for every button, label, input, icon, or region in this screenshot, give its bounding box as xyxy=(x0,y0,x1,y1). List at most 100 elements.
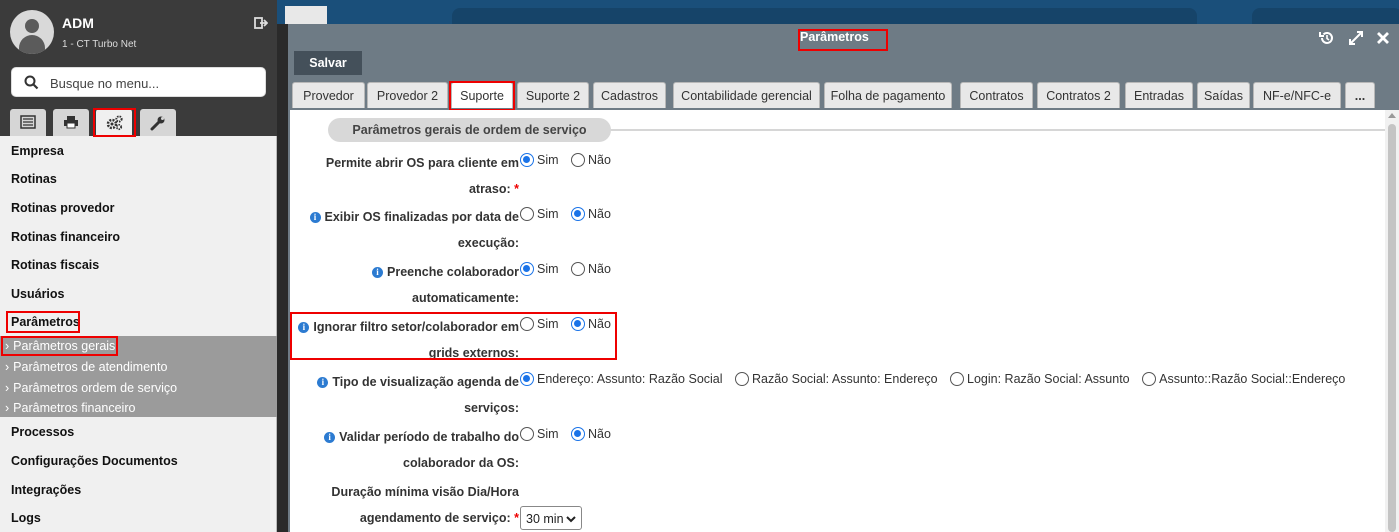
submenu-item-parametros-os[interactable]: › Parâmetros ordem de serviço xyxy=(5,381,177,395)
menu-item-rotinas[interactable]: Rotinas xyxy=(11,172,57,186)
radio-button[interactable] xyxy=(571,153,586,167)
section-divider xyxy=(605,129,1385,131)
radio-nao[interactable]: Não xyxy=(571,317,611,331)
tab-contratos[interactable]: Contratos xyxy=(960,82,1033,108)
radio-button[interactable] xyxy=(571,207,586,221)
tab-provedor-2[interactable]: Provedor 2 xyxy=(367,82,448,108)
radio-label: Razão Social: Assunto: Endereço xyxy=(752,372,938,386)
tab-contabilidade-gerencial[interactable]: Contabilidade gerencial xyxy=(673,82,820,108)
save-button[interactable]: Salvar xyxy=(294,51,362,75)
close-icon[interactable] xyxy=(1375,29,1391,47)
tab-content: Parâmetros gerais de ordem de serviço Pe… xyxy=(290,110,1399,532)
radio-label: Não xyxy=(588,262,611,276)
scrollbar-thumb[interactable] xyxy=(1388,124,1396,532)
tab-entradas[interactable]: Entradas xyxy=(1125,82,1193,108)
field-label-os-finalizadas: i Exibir OS finalizadas por data de execuç… xyxy=(309,204,520,256)
radio-sim[interactable]: Sim xyxy=(520,153,559,167)
radio-sim[interactable]: Sim xyxy=(520,427,559,441)
user-company: 1 - CT Turbo Net xyxy=(62,39,137,50)
tab-tools[interactable] xyxy=(140,109,176,136)
tab-folha-pagamento[interactable]: Folha de pagamento xyxy=(824,82,952,108)
submenu-item-parametros-financeiro[interactable]: › Parâmetros financeiro xyxy=(5,401,135,415)
submenu-item-parametros-atendimento[interactable]: › Parâmetros de atendimento xyxy=(5,360,167,374)
radio-button[interactable] xyxy=(1142,372,1157,386)
logout-icon[interactable] xyxy=(254,16,268,30)
field-label-os-atraso: Permite abrir OS para cliente em atraso: … xyxy=(326,150,519,202)
radio-button[interactable] xyxy=(520,427,534,441)
radio-option[interactable]: Razão Social: Assunto: Endereço xyxy=(735,372,938,386)
menu-item-rotinas-fiscais[interactable]: Rotinas fiscais xyxy=(11,258,99,272)
radio-button[interactable] xyxy=(950,372,965,386)
radio-button[interactable] xyxy=(520,372,534,386)
menu-item-integracoes[interactable]: Integrações xyxy=(11,483,81,497)
info-icon[interactable]: i xyxy=(324,432,336,443)
label-line: automaticamente: xyxy=(412,291,519,305)
parametros-window: Parâmetros Salvar Provedor Provedor 2 Su… xyxy=(288,24,1399,532)
radio-nao[interactable]: Não xyxy=(571,207,611,221)
radio-option[interactable]: Assunto::Razão Social::Endereço xyxy=(1142,372,1345,386)
info-icon[interactable]: i xyxy=(317,377,329,388)
radio-button[interactable] xyxy=(520,317,534,331)
tab-nfe-nfce[interactable]: NF-e/NFC-e xyxy=(1253,82,1341,108)
tab-suporte-2[interactable]: Suporte 2 xyxy=(517,82,589,108)
radio-button[interactable] xyxy=(571,317,586,331)
radio-button[interactable] xyxy=(520,262,534,276)
radio-label: Não xyxy=(588,427,611,441)
tab-provedor[interactable]: Provedor xyxy=(292,82,365,108)
info-icon[interactable]: i xyxy=(309,212,321,223)
radio-nao[interactable]: Não xyxy=(571,262,611,276)
radio-button[interactable] xyxy=(735,372,750,386)
radio-button[interactable] xyxy=(520,207,534,221)
radio-button[interactable] xyxy=(571,427,586,441)
label-line: Exibir OS finalizadas por data de xyxy=(324,210,520,224)
tab-cadastros[interactable]: Cadastros xyxy=(593,82,666,108)
tab-suporte[interactable]: Suporte xyxy=(451,82,513,108)
radio-sim[interactable]: Sim xyxy=(520,262,559,276)
vertical-scrollbar[interactable] xyxy=(1385,110,1399,532)
menu-item-empresa[interactable]: Empresa xyxy=(11,144,64,158)
menu-item-usuarios[interactable]: Usuários xyxy=(11,287,65,301)
radio-sim[interactable]: Sim xyxy=(520,207,559,221)
history-icon[interactable] xyxy=(1318,29,1336,47)
tab-contratos-2[interactable]: Contratos 2 xyxy=(1037,82,1120,108)
scroll-up-icon[interactable] xyxy=(1388,113,1396,118)
radio-button[interactable] xyxy=(571,262,586,276)
menu-item-configuracoes-documentos[interactable]: Configurações Documentos xyxy=(11,454,178,468)
avatar[interactable] xyxy=(10,10,54,54)
radio-sim[interactable]: Sim xyxy=(520,317,559,331)
submenu-item-parametros-gerais[interactable]: › Parâmetros gerais xyxy=(5,339,115,353)
menu-search[interactable] xyxy=(11,67,266,97)
label-line: Permite abrir OS para cliente em xyxy=(325,156,519,170)
radio-option[interactable]: Login: Razão Social: Assunto xyxy=(950,372,1130,386)
search-input[interactable] xyxy=(50,73,260,93)
radio-option[interactable]: Endereço: Assunto: Razão Social xyxy=(520,372,723,386)
submenu-label: Parâmetros ordem de serviço xyxy=(13,381,178,395)
info-icon[interactable]: i xyxy=(372,267,383,278)
label-line: Preenche colaborador xyxy=(387,265,519,279)
tab-list[interactable] xyxy=(10,109,46,136)
list-icon xyxy=(20,115,36,129)
radio-label: Assunto::Razão Social::Endereço xyxy=(1159,372,1346,386)
info-icon[interactable]: i xyxy=(298,322,310,333)
tab-settings[interactable] xyxy=(96,109,132,136)
sidebar: ADM 1 - CT Turbo Net Empresa Rotinas Rot… xyxy=(0,0,277,532)
maximize-icon[interactable] xyxy=(1347,29,1365,47)
submenu-label: Parâmetros de atendimento xyxy=(13,360,168,374)
topbar-panel xyxy=(452,8,1197,24)
tab-more[interactable]: ... xyxy=(1345,82,1375,108)
radio-nao[interactable]: Não xyxy=(571,153,611,167)
gears-icon xyxy=(106,115,123,131)
menu-item-rotinas-provedor[interactable]: Rotinas provedor xyxy=(11,201,115,215)
menu-item-processos[interactable]: Processos xyxy=(11,425,74,439)
tab-saidas[interactable]: Saídas xyxy=(1197,82,1250,108)
menu-item-logs[interactable]: Logs xyxy=(11,511,41,525)
tab-print[interactable] xyxy=(53,109,89,136)
radio-button[interactable] xyxy=(520,153,534,167)
menu-item-parametros[interactable]: Parâmetros xyxy=(11,315,80,329)
label-line: atraso: xyxy=(468,182,511,196)
radio-nao[interactable]: Não xyxy=(571,427,611,441)
submenu-parametros: › Parâmetros gerais › Parâmetros de atendi… xyxy=(0,336,277,417)
duracao-select[interactable]: 30 min xyxy=(520,506,582,530)
menu-item-rotinas-financeiro[interactable]: Rotinas financeiro xyxy=(11,230,120,244)
user-name: ADM xyxy=(62,15,94,31)
